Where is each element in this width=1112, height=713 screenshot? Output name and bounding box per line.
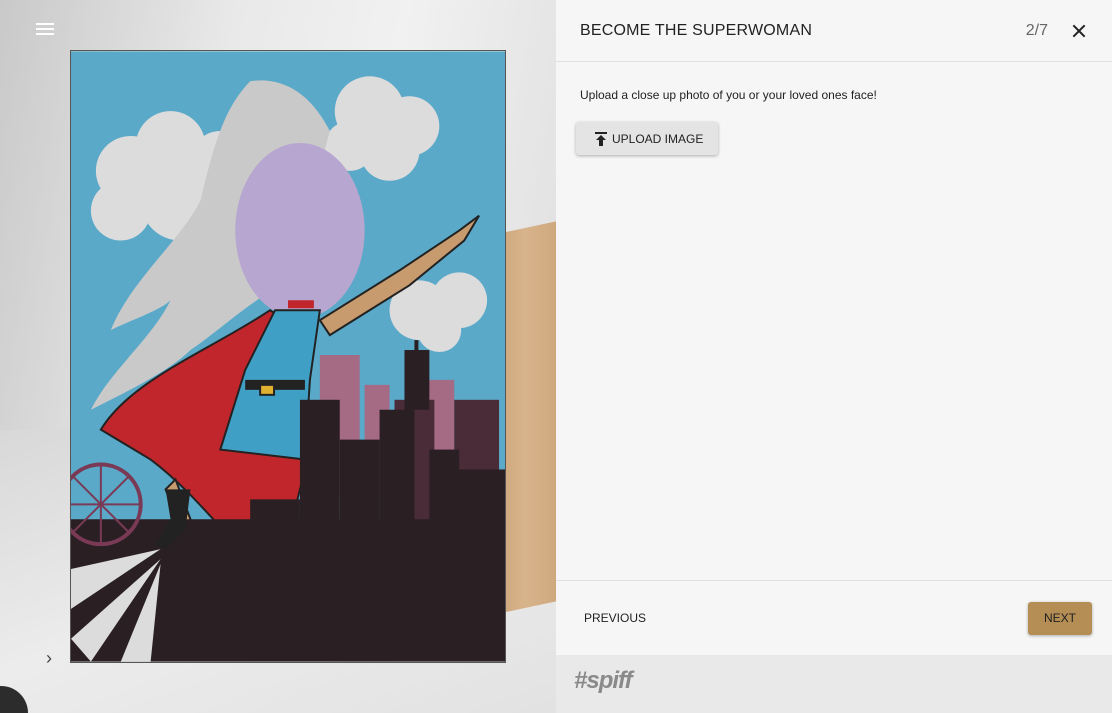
panel-body: Upload a close up photo of you or your l… [556,62,1112,181]
menu-icon[interactable] [34,20,56,40]
instruction-text: Upload a close up photo of you or your l… [580,88,877,102]
brand-logo: #spiff [574,667,633,694]
panel-header: BECOME THE SUPERWOMAN 2/7 [556,0,1112,62]
brand-bar: #spiff [556,655,1112,713]
upload-label: UPLOAD IMAGE [612,131,704,146]
next-button[interactable]: NEXT [1028,601,1092,635]
preview-stage: › [0,0,556,713]
customization-panel: BECOME THE SUPERWOMAN 2/7 Upload a close… [556,0,1112,713]
page-title: BECOME THE SUPERWOMAN [580,21,813,39]
step-counter: 2/7 [1025,21,1048,39]
upload-image-button[interactable]: UPLOAD IMAGE [576,122,719,155]
previous-button[interactable]: PREVIOUS [584,611,646,625]
upload-icon [595,131,607,146]
close-icon[interactable] [1070,22,1088,40]
superwoman-poster [70,50,506,663]
chevron-right-icon[interactable]: › [46,648,62,668]
panel-footer: PREVIOUS NEXT [556,580,1112,655]
